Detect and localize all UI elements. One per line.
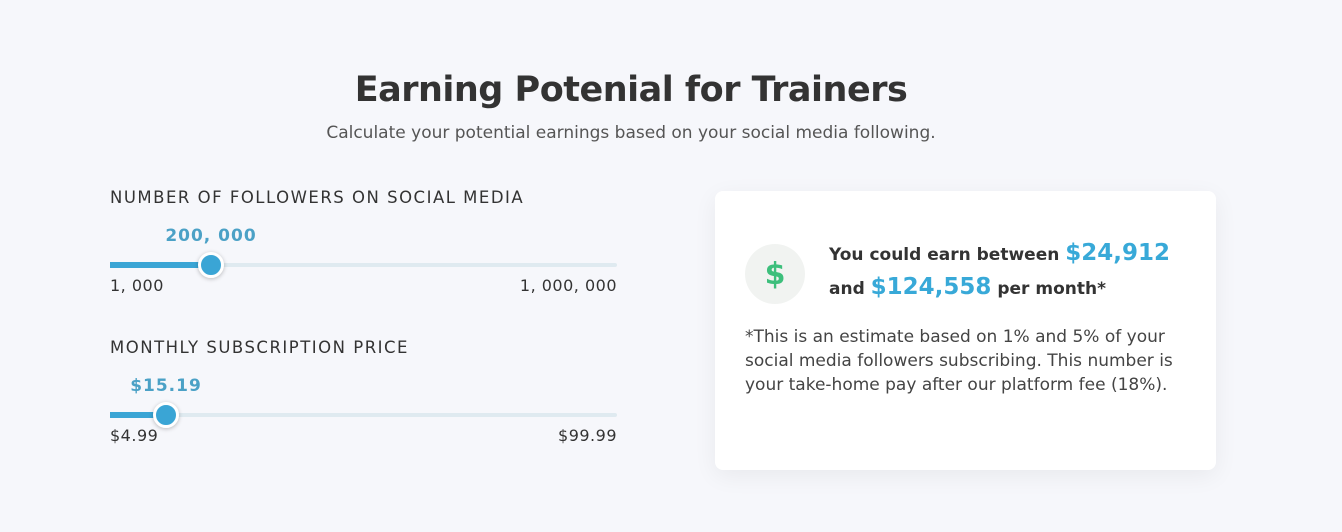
earnings-prefix: You could earn between (829, 245, 1066, 265)
page-title: Earning Potenial for Trainers (354, 70, 908, 110)
price-slider-max: $99.99 (558, 426, 617, 445)
price-slider-label: MONTHLY SUBSCRIPTION PRICE (110, 338, 409, 357)
followers-slider-thumb[interactable] (198, 252, 224, 278)
earnings-line-2: and $124,558 per month* (829, 274, 1106, 300)
earnings-suffix: per month* (991, 279, 1106, 299)
followers-slider-min: 1, 000 (110, 276, 164, 295)
earnings-and: and (829, 279, 871, 299)
followers-slider-max: 1, 000, 000 (519, 276, 617, 295)
earnings-disclaimer: *This is an estimate based on 1% and 5% … (745, 327, 1173, 395)
earnings-high-amount: $124,558 (870, 274, 992, 300)
followers-slider-label: NUMBER OF FOLLOWERS ON SOCIAL MEDIA (110, 188, 525, 207)
followers-slider-value: 200, 000 (165, 226, 257, 246)
dollar-icon: $ (745, 244, 805, 304)
price-slider-track[interactable] (110, 402, 617, 428)
price-slider-group: MONTHLY SUBSCRIPTION PRICE $15.19 $4.99 … (110, 338, 617, 448)
dollar-icon-glyph: $ (764, 256, 786, 292)
earnings-line-1: You could earn between $24,912 (829, 240, 1170, 266)
followers-slider-group: NUMBER OF FOLLOWERS ON SOCIAL MEDIA 200,… (110, 188, 617, 298)
page-subtitle: Calculate your potential earnings based … (326, 123, 936, 143)
price-slider-thumb[interactable] (153, 402, 179, 428)
followers-slider-fill (110, 262, 211, 268)
price-slider-value: $15.19 (130, 376, 202, 396)
price-slider-min: $4.99 (110, 426, 159, 445)
earnings-result-card: $ You could earn between $24,912 and $12… (715, 191, 1216, 470)
earnings-low-amount: $24,912 (1065, 240, 1171, 266)
followers-slider-track[interactable] (110, 252, 617, 278)
